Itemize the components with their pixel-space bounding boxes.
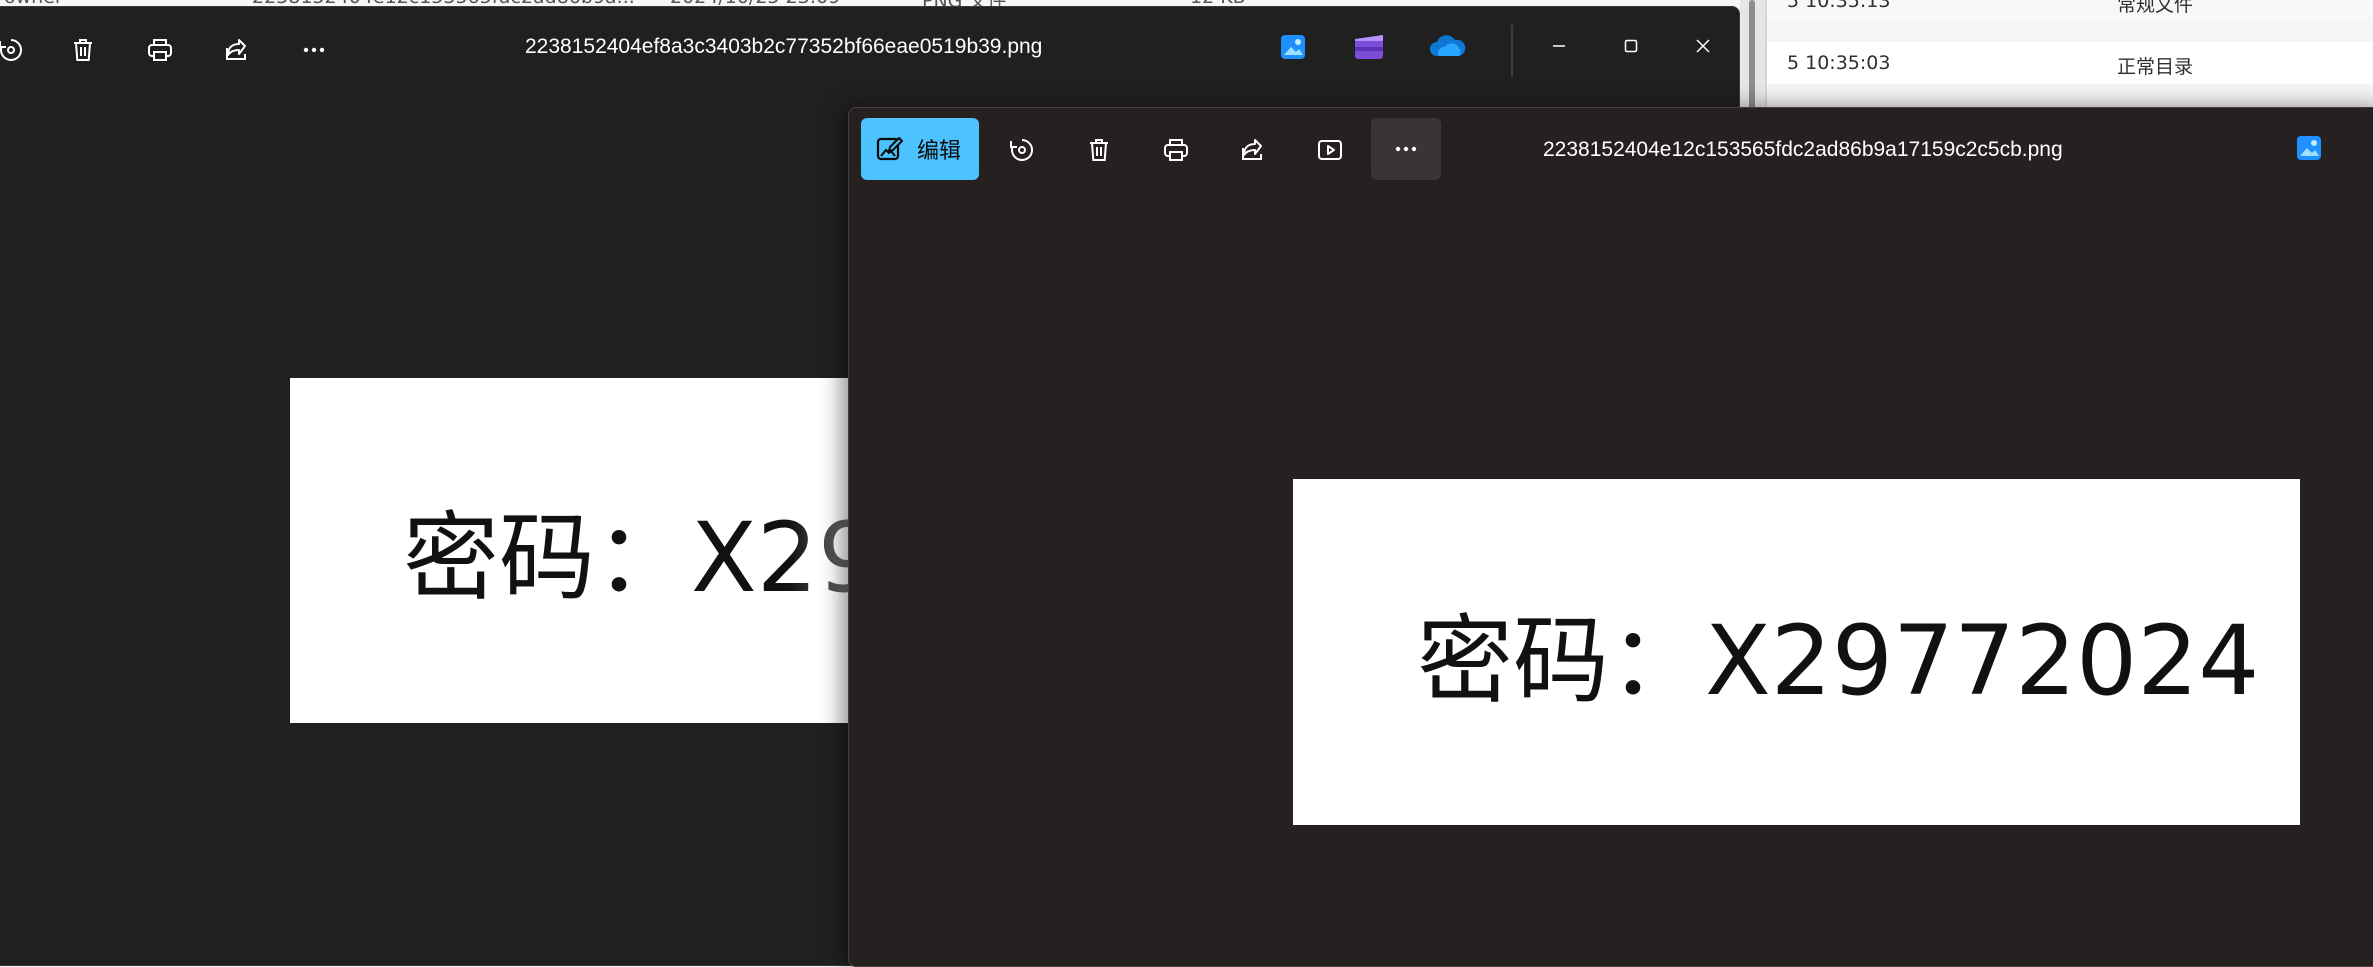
photo-viewer-image: 密码：X29772024 <box>290 378 890 723</box>
row-type: 常规文件 <box>2117 0 2194 16</box>
onedrive-button[interactable] <box>1427 29 1467 65</box>
more-icon <box>303 47 325 53</box>
share-button[interactable] <box>207 20 267 80</box>
slideshow-icon <box>1318 140 1342 160</box>
photos-icon <box>1281 35 1305 59</box>
more-button[interactable] <box>284 20 344 80</box>
open-in-photos-button[interactable] <box>1275 29 1311 65</box>
close-icon <box>1696 39 1710 53</box>
minimize-button[interactable] <box>1529 21 1589 71</box>
title-bar-divider <box>1511 25 1513 77</box>
photos-window-front[interactable]: 编辑 2238152404e12c153565fdc2ad86b9a17159c… <box>848 107 2373 967</box>
photo-viewer-image: 密码：X29772024 <box>1293 479 2300 825</box>
row-type: 正常目录 <box>2117 56 2194 78</box>
rotate-icon <box>0 39 22 61</box>
file-name-title: 2238152404e12c153565fdc2ad86b9a17159c2c5… <box>1543 138 2063 161</box>
more-icon <box>1395 146 1417 152</box>
rotate-icon <box>1010 139 1033 161</box>
share-icon <box>226 39 246 60</box>
edit-button-label: 编辑 <box>917 139 962 164</box>
more-button[interactable] <box>1371 118 1441 180</box>
rotate-button[interactable] <box>992 120 1052 180</box>
close-button[interactable] <box>1673 21 1733 71</box>
edit-image-icon <box>876 137 903 161</box>
open-in-clipchamp-button[interactable] <box>1351 29 1387 65</box>
onedrive-icon <box>1430 35 1466 56</box>
delete-button[interactable] <box>53 20 113 80</box>
share-button[interactable] <box>1223 120 1283 180</box>
maximize-button[interactable] <box>1601 21 1661 71</box>
title-bar[interactable]: 2238152404ef8a3c3403b2c77352bf66eae0519b… <box>0 7 1739 89</box>
clipchamp-icon <box>1355 35 1383 59</box>
explorer-scrollbar[interactable] <box>1740 0 1765 110</box>
list-item[interactable]: 5 10:35:03 正常目录 <box>1767 42 2373 84</box>
slideshow-button[interactable] <box>1300 120 1360 180</box>
photos-icon <box>2297 136 2321 160</box>
row-time: 5 10:35:03 <box>1787 52 1891 74</box>
printer-icon <box>148 39 172 61</box>
delete-button[interactable] <box>1069 120 1129 180</box>
open-in-photos-button[interactable] <box>2291 130 2327 166</box>
trash-icon <box>1090 139 1108 161</box>
printer-icon <box>1164 139 1188 161</box>
print-button[interactable] <box>1146 120 1206 180</box>
image-password-text: 密码：X29772024 <box>1417 605 2260 717</box>
trash-icon <box>74 39 92 61</box>
list-item[interactable]: 5 10:35:13 常规文件 <box>1767 0 2373 22</box>
rotate-button[interactable] <box>0 20 41 80</box>
minimize-icon <box>1553 45 1565 47</box>
maximize-icon <box>1624 39 1638 53</box>
print-button[interactable] <box>130 20 190 80</box>
share-icon <box>1242 139 1262 160</box>
explorer-file-list: 5 10:35:13 常规文件 5 10:35:03 正常目录 <box>1765 0 2373 110</box>
edit-button[interactable]: 编辑 <box>861 118 979 180</box>
row-time: 5 10:35:13 <box>1787 0 1891 12</box>
scrollbar-thumb[interactable] <box>1749 0 1755 110</box>
file-name-title: 2238152404ef8a3c3403b2c77352bf66eae0519b… <box>525 35 1043 58</box>
